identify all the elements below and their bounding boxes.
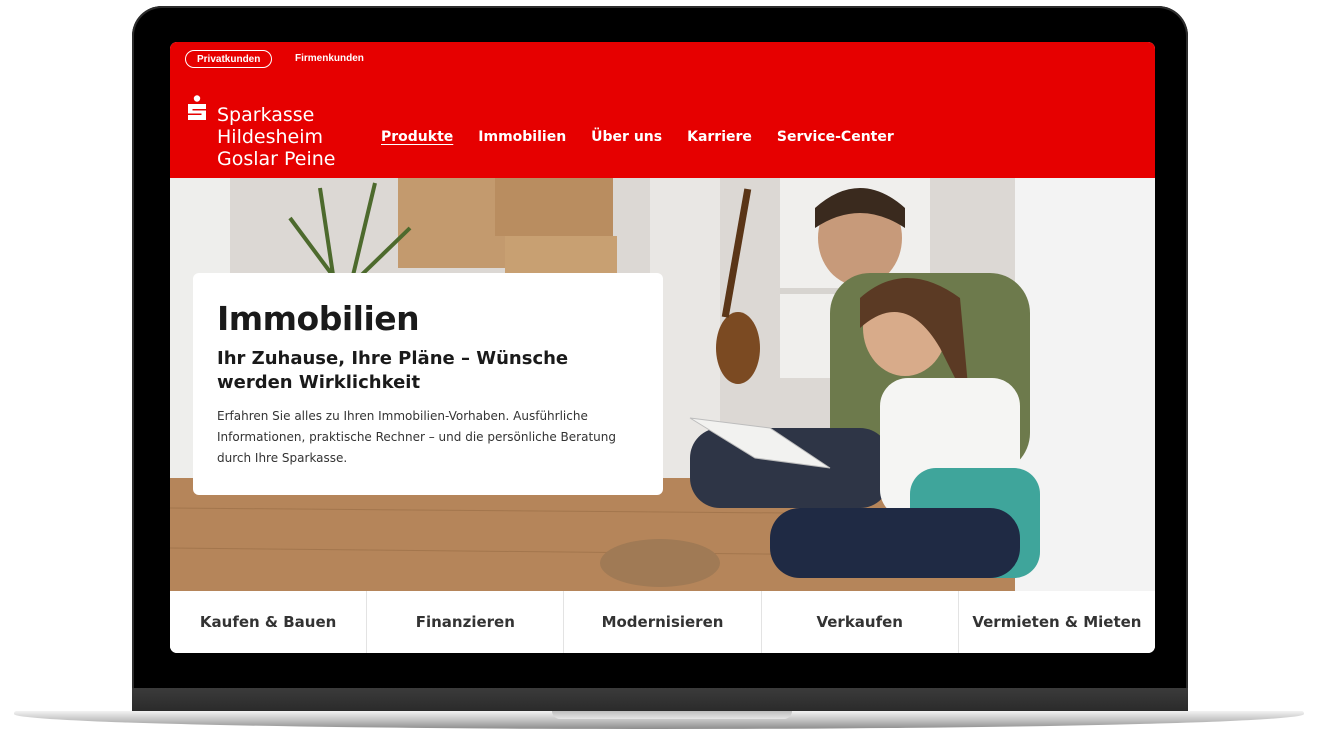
laptop-base [14, 711, 1304, 729]
site-header: Privatkunden Firmenkunden Sparkasse Hild… [170, 42, 1155, 178]
hero-subtitle: Ihr Zuhause, Ihre Pläne – Wünsche werden… [217, 348, 569, 393]
hero-card: Immobilien Ihr Zuhause, Ihre Pläne – Wün… [193, 273, 663, 495]
nav-item-ueber-uns[interactable]: Über uns [591, 126, 662, 148]
sparkasse-logo-icon[interactable] [186, 95, 208, 121]
nav-item-produkte[interactable]: Produkte [381, 126, 453, 148]
tab-verkaufen[interactable]: Verkaufen [762, 591, 959, 653]
tab-vermieten-mieten[interactable]: Vermieten & Mieten [959, 591, 1155, 653]
tab-kaufen-bauen[interactable]: Kaufen & Bauen [170, 591, 368, 653]
hero-title: Immobilien [217, 299, 420, 338]
brand-line-2: Hildesheim [217, 126, 324, 148]
tab-finanzieren[interactable]: Finanzieren [367, 591, 565, 653]
nav-item-service-center[interactable]: Service-Center [777, 126, 894, 148]
browser-viewport: Privatkunden Firmenkunden Sparkasse Hild… [170, 42, 1155, 653]
laptop-hinge [132, 688, 1188, 712]
brand-line-1: Sparkasse [217, 104, 315, 126]
category-tabs: Kaufen & Bauen Finanzieren Modernisieren… [170, 591, 1155, 653]
laptop-notch [552, 711, 792, 719]
hero-section: Immobilien Ihr Zuhause, Ihre Pläne – Wün… [170, 178, 1155, 591]
brand-name[interactable]: Sparkasse Hildesheim Goslar Peine [217, 104, 336, 170]
main-navigation: Produkte Immobilien Über uns Karriere Se… [381, 126, 919, 148]
segment-firmenkunden[interactable]: Firmenkunden [295, 50, 364, 68]
nav-item-immobilien[interactable]: Immobilien [478, 126, 566, 148]
hero-description: Erfahren Sie alles zu Ihren Immobilien-V… [217, 409, 616, 465]
tab-modernisieren[interactable]: Modernisieren [564, 591, 762, 653]
segment-privatkunden[interactable]: Privatkunden [185, 50, 273, 68]
nav-item-karriere[interactable]: Karriere [687, 126, 752, 148]
brand-line-3: Goslar Peine [217, 148, 336, 170]
